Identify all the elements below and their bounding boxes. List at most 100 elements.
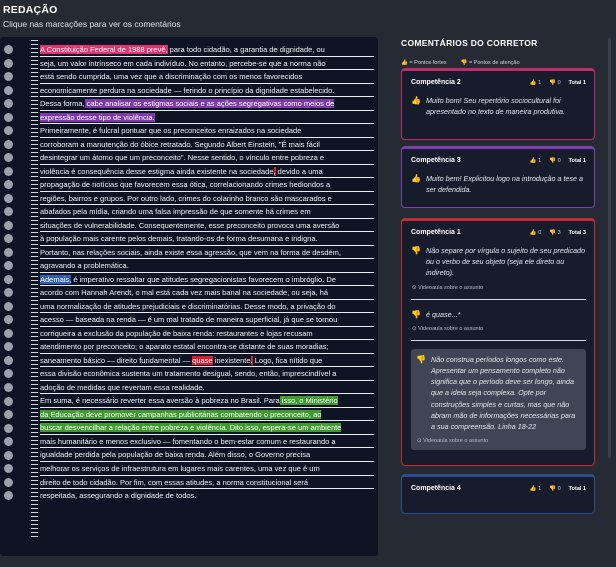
line-marker-dot[interactable] bbox=[4, 369, 13, 379]
comment-card[interactable]: Competência 1 👍 0 👎 3 Total 3 👎 Não separ… bbox=[401, 218, 595, 466]
comment-card[interactable]: Competência 4 👍 1 👎 0 Total 1 bbox=[401, 474, 595, 514]
ruler-tick bbox=[31, 332, 38, 333]
card-stats: 👍 1 👎 0 Total 1 bbox=[530, 80, 586, 86]
essay-line: à população mais carente pelos demais, t… bbox=[40, 232, 374, 246]
video-lesson-link[interactable]: ⊙ Videoaula sobre o assunto bbox=[412, 285, 586, 291]
line-marker-dot[interactable] bbox=[4, 301, 13, 311]
ruler-tick bbox=[31, 504, 38, 505]
ruler-tick bbox=[31, 60, 38, 61]
video-lesson-link[interactable]: ⊙ Videoaula sobre o assunto bbox=[412, 326, 586, 332]
line-marker-dot[interactable] bbox=[4, 342, 13, 352]
ruler-tick bbox=[31, 352, 38, 353]
ruler-tick bbox=[31, 208, 38, 209]
ruler-tick bbox=[31, 312, 38, 313]
correction-highlight[interactable]: buscar desvencilhar a relação entre pobr… bbox=[40, 423, 342, 433]
comment-card[interactable]: Competência 3 👍 1 👎 0 Total 1 👍 Muito bem… bbox=[401, 146, 595, 208]
line-marker-dot[interactable] bbox=[4, 328, 13, 338]
ruler-tick bbox=[31, 484, 38, 485]
correction-highlight[interactable]: isso, o Ministério bbox=[279, 396, 338, 406]
line-marker-dot[interactable] bbox=[4, 153, 13, 163]
ruler-tick bbox=[31, 468, 38, 469]
line-marker-dot[interactable] bbox=[4, 261, 13, 271]
ruler-tick bbox=[31, 204, 38, 205]
essay-text-segment: regiões, bairros e grupos. Por outro lad… bbox=[40, 193, 332, 203]
comment-card[interactable]: Competência 2 👍 1 👎 0 Total 1 👍 Muito bom… bbox=[401, 68, 595, 140]
ruler-tick bbox=[31, 320, 38, 321]
correction-highlight[interactable]: A Constituição Federal de 1988 prevê, bbox=[40, 45, 168, 54]
correction-highlight[interactable]: quase bbox=[192, 355, 213, 365]
line-marker-dot[interactable] bbox=[4, 396, 13, 406]
thumbs-down-count: 👎 0 bbox=[549, 157, 561, 164]
ruler-tick bbox=[31, 236, 38, 237]
essay-line: direito de todo cidadão. Por fim, com es… bbox=[40, 476, 374, 490]
essay-line: corroboram a manutenção do óbice retrata… bbox=[40, 138, 374, 152]
essay-line: buscar desvencilhar a relação entre pobr… bbox=[40, 421, 374, 435]
line-marker-dot[interactable] bbox=[4, 355, 13, 365]
essay-text-segment: seja, um valor intrínseco em cada indiví… bbox=[40, 58, 326, 68]
ruler-tick bbox=[31, 152, 38, 153]
line-marker-dot[interactable] bbox=[4, 193, 13, 203]
ruler-tick bbox=[31, 464, 38, 465]
thumbs-up-count: 👍 1 bbox=[529, 157, 542, 164]
divider bbox=[411, 298, 586, 300]
thumbs-down-icon: 👎 bbox=[460, 60, 468, 66]
line-marker-dot[interactable] bbox=[4, 274, 13, 284]
ruler-tick bbox=[31, 348, 38, 349]
essay-text-segment: corroboram a manutenção do óbice retrata… bbox=[40, 139, 320, 149]
line-marker-dot[interactable] bbox=[4, 207, 13, 217]
line-marker-dot[interactable] bbox=[4, 45, 13, 54]
essay-text-segment: Primeiramente, é fulcral pontuar que os … bbox=[40, 126, 302, 136]
essay-text-segment: violência é consequência desse estigma a… bbox=[40, 166, 274, 176]
competency-label: Competência 2 bbox=[411, 79, 461, 86]
line-marker-dot[interactable] bbox=[4, 437, 13, 447]
ruler-tick bbox=[31, 40, 38, 41]
essay-line: economicamente perdura na sociedade — fe… bbox=[40, 84, 374, 98]
ruler-tick bbox=[31, 88, 38, 89]
ruler-tick bbox=[31, 500, 38, 501]
line-marker-dot[interactable] bbox=[4, 139, 13, 149]
thumbs-up-count: 👍 1 bbox=[529, 485, 542, 492]
legend: 👍 = Pontos fortes 👎 = Pontos de atenção bbox=[401, 60, 595, 66]
scrollbar[interactable] bbox=[608, 38, 611, 458]
essay-text-segment: para todo cidadão, a garantia de dignida… bbox=[167, 45, 325, 54]
ruler-tick bbox=[31, 532, 38, 533]
ruler-tick bbox=[31, 200, 38, 201]
ruler-tick bbox=[31, 264, 38, 265]
line-marker-dot[interactable] bbox=[4, 234, 13, 244]
line-marker-dot[interactable] bbox=[4, 477, 13, 487]
ruler-tick bbox=[31, 292, 38, 293]
line-marker-dot[interactable] bbox=[4, 220, 13, 230]
video-lesson-link[interactable]: ⊙ Videoaula sobre o assunto bbox=[417, 438, 581, 444]
ruler-tick bbox=[31, 356, 38, 357]
ruler-tick bbox=[31, 476, 38, 477]
line-marker-dot[interactable] bbox=[4, 180, 13, 190]
ruler-tick bbox=[31, 516, 38, 517]
line-marker-dot[interactable] bbox=[4, 383, 13, 392]
line-marker-dot[interactable] bbox=[4, 464, 13, 474]
ruler-tick bbox=[31, 268, 38, 269]
line-marker-dot[interactable] bbox=[4, 247, 13, 257]
line-marker-dot[interactable] bbox=[4, 72, 13, 82]
correction-highlight[interactable]: Ademais, bbox=[40, 274, 72, 284]
correction-highlight[interactable]: expressão desse tipo de violência. bbox=[40, 112, 155, 122]
correction-highlight[interactable]: da Educação deve promover campanhas publ… bbox=[40, 409, 322, 419]
line-marker-dot[interactable] bbox=[4, 450, 13, 460]
line-marker-dot[interactable] bbox=[4, 112, 13, 122]
line-marker-dot[interactable] bbox=[4, 288, 13, 298]
line-marker-dot[interactable] bbox=[4, 166, 13, 176]
line-marker-dot[interactable] bbox=[4, 315, 13, 325]
line-marker-dot[interactable] bbox=[4, 85, 13, 95]
line-marker-dot[interactable] bbox=[4, 126, 13, 136]
line-marker-dot[interactable] bbox=[4, 58, 13, 68]
line-marker-dot[interactable] bbox=[4, 491, 13, 501]
ruler-tick bbox=[31, 308, 38, 309]
ruler-tick bbox=[31, 256, 38, 257]
ruler-tick bbox=[31, 528, 38, 529]
line-marker-dot[interactable] bbox=[4, 99, 13, 109]
line-marker-dot[interactable] bbox=[4, 410, 13, 420]
essay-text-segment: economicamente perdura na sociedade — fe… bbox=[40, 85, 335, 95]
ruler-tick bbox=[31, 140, 38, 141]
ruler-tick bbox=[31, 76, 38, 77]
correction-highlight[interactable]: cabe analisar os estigmas sociais e as a… bbox=[84, 99, 335, 109]
line-marker-dot[interactable] bbox=[4, 423, 13, 433]
